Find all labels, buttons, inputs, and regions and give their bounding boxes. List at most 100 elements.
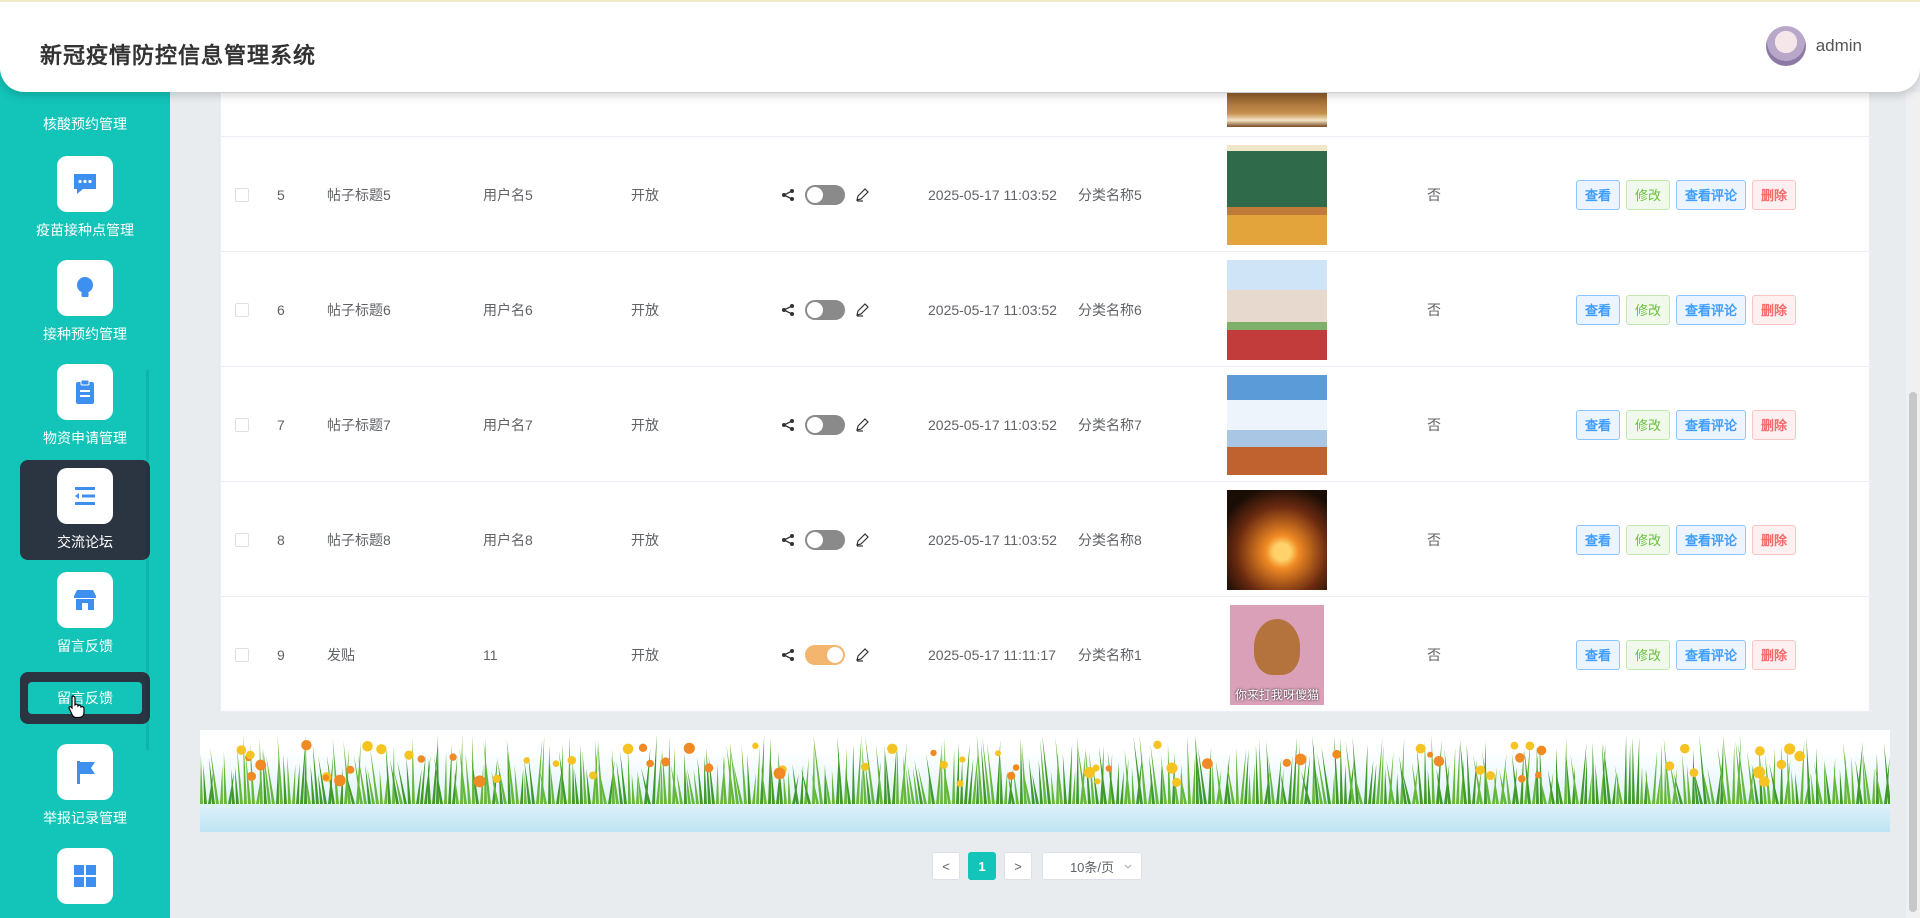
view-comments-button[interactable]: 查看评论 [1676,639,1747,670]
row-index: 8 [277,531,285,548]
sidebar-item-label-partial[interactable]: 核酸预约管理 [0,114,170,134]
row-index: 6 [277,301,285,318]
edit-pen-icon[interactable] [855,532,869,547]
edit-pen-icon[interactable] [855,647,869,662]
sidebar-item-more[interactable] [20,840,150,918]
top-header: 新冠疫情防控信息管理系统 admin [0,0,1920,92]
list-indent-icon [57,468,113,524]
edit-button[interactable]: 修改 [1626,524,1671,555]
publish-switch[interactable] [805,529,845,550]
row-checkbox[interactable] [235,187,249,202]
view-button[interactable]: 查看 [1576,179,1621,210]
post-flag: 否 [1427,416,1441,433]
row-checkbox[interactable] [235,302,249,317]
view-comments-button[interactable]: 查看评论 [1676,294,1747,325]
sidebar-item-vaccination-sites[interactable]: 疫苗接种点管理 [20,148,150,248]
post-table: 5 帖子标题5 用户名5 开放 2025-05-17 11:03:52 分类名称… [220,92,1871,712]
delete-button[interactable]: 删除 [1752,524,1797,555]
view-comments-button[interactable]: 查看评论 [1676,524,1747,555]
row-index: 9 [277,646,285,663]
view-button[interactable]: 查看 [1576,409,1621,440]
view-button[interactable]: 查看 [1576,524,1621,555]
delete-button[interactable]: 删除 [1752,179,1797,210]
publish-switch[interactable] [805,299,845,320]
post-user: 用户名6 [483,301,533,318]
page-number-current[interactable]: 1 [968,852,996,880]
post-status: 开放 [631,301,659,318]
sidebar-item-label: 留言反馈 [57,638,113,654]
view-comments-button[interactable]: 查看评论 [1676,409,1747,440]
sidebar-item-feedback[interactable]: 留言反馈 [20,564,150,664]
edit-button[interactable]: 修改 [1626,409,1671,440]
avatar[interactable] [1765,26,1806,66]
row-checkbox[interactable] [235,647,249,662]
chat-dots-icon [57,156,113,212]
actions-cell: 查看 修改 查看评论 删除 [1576,367,1802,482]
post-flag: 否 [1427,301,1441,318]
switch-cell [781,252,869,367]
page-scrollbar[interactable] [1906,92,1920,918]
prev-page-button[interactable]: < [932,852,960,880]
row-checkbox-cell [227,252,257,367]
grid-icon [57,848,113,904]
post-flag: 否 [1427,531,1441,548]
post-category: 分类名称1 [1078,646,1142,663]
edit-pen-icon[interactable] [855,417,869,432]
edit-pen-icon[interactable] [855,187,869,202]
grass-banner-image [200,730,1890,832]
table-row: 9 发贴 11 开放 2025-05-17 11:11:17 分类名称1 你来打… [221,597,1871,712]
sidebar-scrollbar[interactable] [146,370,149,750]
cartoon-figure [1254,618,1300,675]
row-index: 7 [277,416,285,433]
post-user: 用户名7 [483,416,533,433]
table-row: 5 帖子标题5 用户名5 开放 2025-05-17 11:03:52 分类名称… [221,137,1871,252]
post-image-cell [1227,137,1327,252]
sidebar-item-forum[interactable]: 交流论坛 [20,460,150,560]
bulb-icon [57,260,113,316]
publish-switch[interactable] [805,414,845,435]
delete-button[interactable]: 删除 [1752,639,1797,670]
flag-icon [57,744,113,800]
post-time: 2025-05-17 11:03:52 [928,186,1057,203]
post-user: 11 [483,646,498,663]
sidebar-item-supply-requests[interactable]: 物资申请管理 [20,356,150,456]
post-title: 发贴 [327,646,355,663]
publish-switch[interactable] [805,644,845,665]
delete-button[interactable]: 删除 [1752,409,1797,440]
sidebar-item-label: 疫苗接种点管理 [36,222,134,238]
switch-cell [781,367,869,482]
post-time: 2025-05-17 11:11:17 [928,646,1056,663]
username[interactable]: admin [1816,36,1862,56]
scrollbar-thumb[interactable] [1909,392,1917,912]
post-status: 开放 [631,186,659,203]
edit-button[interactable]: 修改 [1626,639,1671,670]
edit-button[interactable]: 修改 [1626,294,1671,325]
view-comments-button[interactable]: 查看评论 [1676,179,1747,210]
delete-button[interactable]: 删除 [1752,294,1797,325]
post-title: 帖子标题7 [327,416,391,433]
sidebar-item-vaccination-appointments[interactable]: 接种预约管理 [20,252,150,352]
edit-pen-icon[interactable] [855,302,869,317]
switch-cell [781,597,869,712]
next-page-button[interactable]: > [1004,852,1032,880]
view-button[interactable]: 查看 [1576,294,1621,325]
post-image [1227,259,1327,360]
publish-switch[interactable] [805,184,845,205]
row-checkbox[interactable] [235,532,249,547]
view-button[interactable]: 查看 [1576,639,1621,670]
actions-cell: 查看 修改 查看评论 删除 [1576,137,1802,252]
user-menu[interactable]: admin [1765,26,1862,66]
page-size-select[interactable]: 10条/页 [1042,852,1142,880]
post-flag: 否 [1427,646,1441,663]
sidebar-item-reports[interactable]: 举报记录管理 [20,736,150,836]
clipboard-icon [57,364,113,420]
row-checkbox[interactable] [235,417,249,432]
edit-button[interactable]: 修改 [1626,179,1671,210]
post-status: 开放 [631,646,659,663]
chevron-down-icon [1124,864,1132,869]
post-title: 帖子标题6 [327,301,391,318]
post-category: 分类名称5 [1078,186,1142,203]
sidebar-item-label: 接种预约管理 [43,326,127,342]
row-checkbox-cell [227,597,257,712]
sidebar-item-label: 交流论坛 [57,534,113,550]
